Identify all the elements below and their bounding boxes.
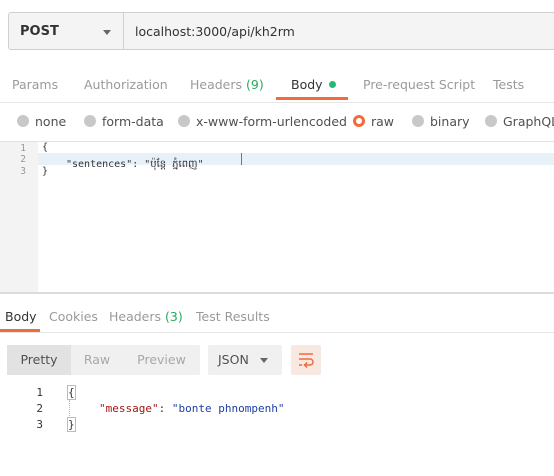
wrap-lines-icon [299, 353, 314, 369]
active-response-tab-indicator [0, 329, 40, 332]
tab-pre-request-script[interactable]: Pre-request Script [363, 77, 475, 92]
chevron-down-icon [103, 30, 111, 35]
method-label: POST [20, 24, 59, 39]
line-number: 2 [36, 402, 43, 415]
json-colon: : [158, 402, 172, 415]
url-input[interactable]: localhost:3000/api/kh2rm [123, 12, 554, 50]
body-type-options: none form-data x-www-form-urlencoded raw… [0, 112, 554, 134]
json-key: "message" [99, 402, 159, 415]
pretty-button[interactable]: Pretty [7, 345, 71, 375]
tab-response-headers[interactable]: Headers (3) [109, 309, 183, 324]
radio-none-label: none [35, 114, 67, 129]
json-line: "message": "bonte phnompenh" [99, 402, 284, 415]
radio-binary[interactable] [412, 115, 424, 127]
response-tabs: Body Cookies Headers (3) Test Results [0, 296, 554, 333]
tab-params[interactable]: Params [12, 77, 58, 92]
chevron-down-icon [260, 358, 268, 363]
line-number: 3 [36, 418, 43, 431]
radio-binary-label: binary [430, 114, 470, 129]
json-open-brace: { [67, 385, 76, 400]
tab-headers-label: Headers [190, 77, 243, 92]
tab-body-label: Body [291, 77, 323, 92]
json-close-brace: } [67, 417, 76, 432]
method-select[interactable]: POST [8, 12, 123, 50]
tab-test-results[interactable]: Test Results [196, 309, 270, 324]
radio-graphql[interactable] [485, 115, 497, 127]
indent-guide [69, 400, 71, 416]
preview-button[interactable]: Preview [123, 345, 200, 375]
line-number: 2 [20, 154, 26, 165]
radio-raw[interactable] [353, 115, 365, 127]
modified-dot-icon [328, 81, 336, 88]
tab-body[interactable]: Body [291, 77, 336, 92]
json-value: "bonte phnompenh" [171, 402, 285, 415]
tab-response-body[interactable]: Body [5, 309, 37, 324]
code-line: } [42, 166, 49, 177]
line-number: 3 [20, 166, 26, 177]
code-line: { [42, 142, 49, 153]
line-number: 1 [20, 143, 26, 154]
tab-response-headers-count: (3) [165, 309, 183, 324]
tab-headers[interactable]: Headers (9) [190, 77, 264, 92]
tab-response-cookies[interactable]: Cookies [49, 309, 98, 324]
radio-form-data[interactable] [84, 115, 96, 127]
radio-urlencoded-label: x-www-form-urlencoded [196, 114, 347, 129]
format-label: JSON [218, 352, 249, 367]
radio-none[interactable] [17, 115, 29, 127]
tab-authorization[interactable]: Authorization [84, 77, 168, 92]
tab-response-headers-label: Headers [109, 309, 162, 324]
wrap-lines-button[interactable] [291, 345, 321, 375]
raw-button[interactable]: Raw [71, 345, 123, 375]
url-text: localhost:3000/api/kh2rm [135, 24, 295, 39]
radio-form-data-label: form-data [102, 114, 164, 129]
tab-tests[interactable]: Tests [493, 77, 524, 92]
code-line: "sentences": "ប៉ុន្តែ ភ្នំពេញ" [66, 159, 204, 170]
pane-divider[interactable] [0, 292, 554, 294]
radio-urlencoded[interactable] [178, 115, 190, 127]
radio-raw-label: raw [371, 114, 395, 129]
radio-graphql-label: GraphQL [503, 114, 554, 129]
line-number: 1 [36, 386, 43, 399]
text-cursor [241, 153, 242, 165]
active-tab-indicator [276, 97, 348, 100]
view-mode-group: Pretty Raw Preview [7, 345, 200, 375]
tab-headers-count: (9) [246, 77, 264, 92]
request-body-editor[interactable]: 1 2 3 { "sentences": "ប៉ុន្តែ ភ្នំពេញ" } [0, 141, 554, 293]
format-select[interactable]: JSON [208, 345, 282, 375]
